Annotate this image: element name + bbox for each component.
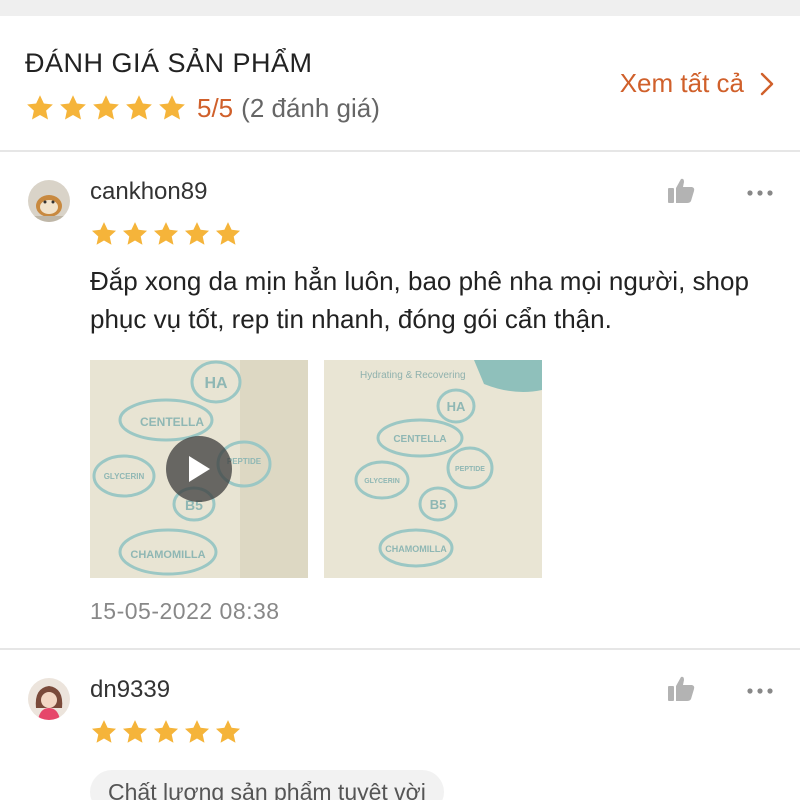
avatar[interactable] bbox=[28, 180, 70, 222]
star-icon bbox=[121, 220, 149, 248]
review-stars bbox=[90, 220, 242, 248]
star-icon bbox=[183, 220, 211, 248]
ingredient-label: PEPTIDE bbox=[455, 466, 485, 473]
review-video-thumbnail[interactable]: HA CENTELLA PEPTIDE GLYCERIN B5 CHAMOMIL… bbox=[90, 360, 308, 578]
more-dots-icon[interactable] bbox=[746, 188, 774, 198]
review-timestamp: 15-05-2022 08:38 bbox=[90, 598, 280, 624]
thumbs-up-icon[interactable] bbox=[666, 176, 696, 206]
star-icon bbox=[90, 718, 118, 746]
ingredient-label: CHAMOMILLA bbox=[385, 544, 447, 554]
review-comment: Đắp xong da mịn hẳn luôn, bao phê nha mọ… bbox=[90, 266, 749, 334]
review-card: cankhon89 Đắp xong da mịn hẳn luôn, bao … bbox=[0, 152, 800, 648]
ingredient-label: CHAMOMILLA bbox=[130, 549, 205, 561]
star-icon bbox=[90, 220, 118, 248]
review-tag-chip[interactable]: Chất lượng sản phẩm tuyệt vời bbox=[90, 770, 444, 800]
reviewer-username[interactable]: dn9339 bbox=[90, 676, 170, 704]
view-all-link[interactable]: Xem tất cả bbox=[620, 68, 778, 99]
play-icon bbox=[189, 456, 210, 482]
overall-stars bbox=[25, 93, 187, 123]
review-card: dn9339 Chất lượng sản phẩm tuyệt vời bbox=[0, 650, 800, 800]
product-photo: Hydrating & Recovering HA CENTELLA PEPTI… bbox=[324, 360, 542, 578]
avatar[interactable] bbox=[28, 678, 70, 720]
chevron-right-icon bbox=[760, 72, 774, 95]
star-icon bbox=[25, 93, 55, 123]
star-icon bbox=[183, 718, 211, 746]
star-icon bbox=[58, 93, 88, 123]
ingredient-label: HA bbox=[204, 375, 228, 392]
star-icon bbox=[91, 93, 121, 123]
ingredient-label: GLYCERIN bbox=[104, 472, 145, 481]
star-icon bbox=[124, 93, 154, 123]
view-all-label: Xem tất cả bbox=[619, 68, 744, 98]
reviews-header: ĐÁNH GIÁ SẢN PHẨM 5/5 (2 đánh giá) Xem t… bbox=[0, 16, 800, 150]
ingredient-label: CENTELLA bbox=[393, 434, 446, 445]
ingredient-label: PEPTIDE bbox=[227, 457, 262, 466]
star-icon bbox=[152, 220, 180, 248]
section-title: ĐÁNH GIÁ SẢN PHẨM bbox=[25, 48, 313, 78]
rating-value: 5/5 bbox=[197, 92, 234, 123]
star-icon bbox=[152, 718, 180, 746]
star-icon bbox=[214, 718, 242, 746]
star-icon bbox=[157, 93, 187, 123]
ingredient-label: GLYCERIN bbox=[364, 478, 400, 485]
star-icon bbox=[214, 220, 242, 248]
rating-count: (2 đánh giá) bbox=[241, 92, 380, 123]
review-image-thumbnail[interactable]: Hydrating & Recovering HA CENTELLA PEPTI… bbox=[324, 360, 542, 578]
overall-rating: 5/5 (2 đánh giá) bbox=[25, 92, 380, 124]
reviewer-username[interactable]: cankhon89 bbox=[90, 178, 207, 206]
star-icon bbox=[121, 718, 149, 746]
ingredient-label: B5 bbox=[430, 497, 447, 512]
ingredient-label: HA bbox=[447, 399, 466, 414]
status-bar-strip bbox=[0, 0, 800, 16]
ingredient-label: CENTELLA bbox=[140, 415, 204, 429]
play-button[interactable] bbox=[166, 436, 232, 502]
product-caption: Hydrating & Recovering bbox=[360, 370, 466, 381]
review-stars bbox=[90, 718, 242, 746]
thumbs-up-icon[interactable] bbox=[666, 674, 696, 704]
more-dots-icon[interactable] bbox=[746, 686, 774, 696]
